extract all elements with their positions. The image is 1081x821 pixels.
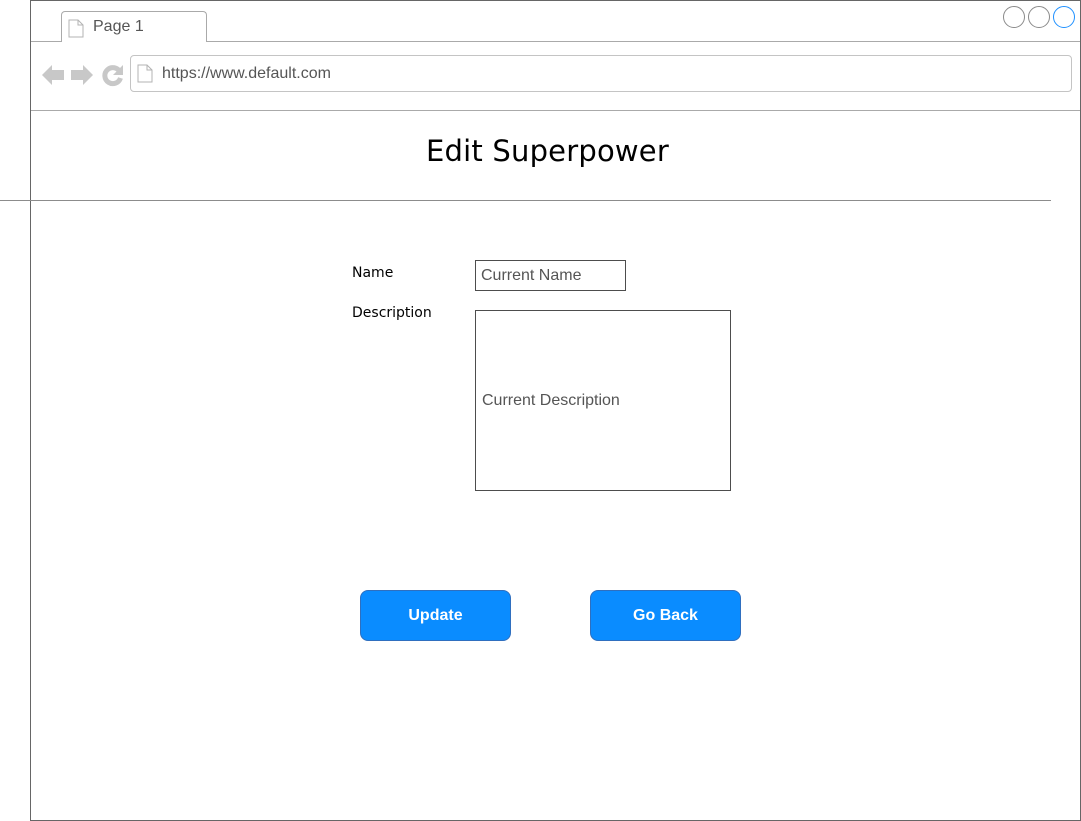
maximize-button[interactable]: [1053, 6, 1075, 28]
reload-button[interactable]: [101, 63, 125, 92]
toolbar-divider: [31, 110, 1080, 111]
description-label: Description: [352, 305, 432, 321]
page-icon: [137, 64, 153, 88]
arrow-left-icon: [42, 65, 64, 85]
title-divider: [0, 200, 1051, 201]
minimize-button[interactable]: [1003, 6, 1025, 28]
go-back-button[interactable]: Go Back: [590, 590, 741, 641]
address-bar[interactable]: https://www.default.com: [130, 55, 1072, 92]
browser-tab[interactable]: Page 1: [61, 11, 207, 42]
back-button[interactable]: [41, 63, 65, 92]
arrow-right-icon: [71, 65, 93, 85]
name-label: Name: [352, 265, 394, 281]
forward-button[interactable]: [70, 63, 94, 92]
description-text: Current Description: [482, 391, 620, 409]
name-input[interactable]: [475, 260, 626, 291]
url-text[interactable]: https://www.default.com: [162, 65, 331, 83]
tab-label: Page 1: [93, 18, 144, 35]
reload-icon: [102, 65, 123, 87]
description-input[interactable]: Current Description: [475, 310, 731, 491]
restore-button[interactable]: [1028, 6, 1050, 28]
page-icon: [68, 19, 84, 43]
window-controls: [1003, 6, 1075, 28]
update-button[interactable]: Update: [360, 590, 511, 641]
page-title: Edit Superpower: [426, 134, 669, 168]
